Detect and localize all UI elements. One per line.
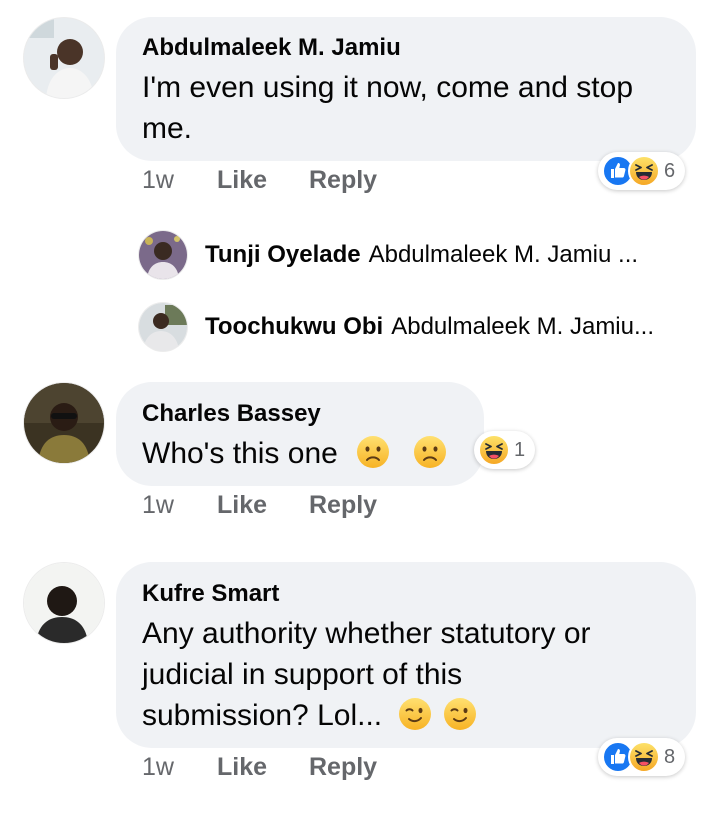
like-button[interactable]: Like [217,166,267,195]
comment-time[interactable]: 1w [142,166,174,194]
haha-icon [478,434,510,466]
comment-actions: 1w Like Reply [142,753,377,782]
reply-button[interactable]: Reply [309,753,377,782]
reply-item[interactable]: Toochukwu Obi Abdulmaleek M. Jamiu... [139,303,654,351]
comment-text: Who's this one [142,437,338,470]
frowning-face-emoji [412,435,447,469]
reaction-count: 1 [514,438,526,461]
avatar[interactable] [139,231,187,279]
reply-button[interactable]: Reply [309,166,377,195]
haha-icon [628,155,660,187]
comment-author[interactable]: Charles Bassey [142,400,321,428]
winking-face-emoji [442,697,477,731]
comment-text-line-with-emoji: submission? Lol... [142,695,591,736]
reply-author[interactable]: Tunji Oyelade [205,241,361,269]
reaction-count: 8 [664,745,676,768]
avatar[interactable] [139,303,187,351]
haha-icon [628,741,660,773]
comment-actions: 1w Like Reply [142,491,377,520]
avatar[interactable] [24,383,104,463]
comment-text-line: Any authority whether statutory or [142,617,591,650]
comment-author[interactable]: Kufre Smart [142,580,279,608]
reaction-summary[interactable]: 8 [598,738,686,776]
reaction-summary[interactable]: 1 [474,431,536,469]
reply-preview: Abdulmaleek M. Jamiu... [391,313,654,340]
avatar[interactable] [24,18,104,98]
comment-author[interactable]: Abdulmaleek M. Jamiu [142,34,401,62]
like-button[interactable]: Like [217,753,267,782]
reply-item[interactable]: Tunji Oyelade Abdulmaleek M. Jamiu ... [139,231,638,279]
comment-time[interactable]: 1w [142,491,174,519]
comment-text-line: submission? Lol... [142,699,383,732]
comment-text: I'm even using it now, come and stop me. [142,71,634,145]
comment-actions: 1w Like Reply [142,166,377,195]
comment-text-line: judicial in support of this [142,658,463,691]
like-button[interactable]: Like [217,491,267,520]
reply-button[interactable]: Reply [309,491,377,520]
comment-text: Any authority whether statutory or judic… [142,613,591,736]
reply-author[interactable]: Toochukwu Obi [205,313,383,341]
frowning-face-emoji [356,435,391,469]
avatar[interactable] [24,563,104,643]
reaction-count: 6 [664,159,676,182]
comment-text-row: Who's this one [142,433,447,474]
winking-face-emoji [398,697,433,731]
reply-preview: Abdulmaleek M. Jamiu ... [368,241,639,268]
comment-time[interactable]: 1w [142,753,174,781]
reaction-summary[interactable]: 6 [598,152,686,190]
